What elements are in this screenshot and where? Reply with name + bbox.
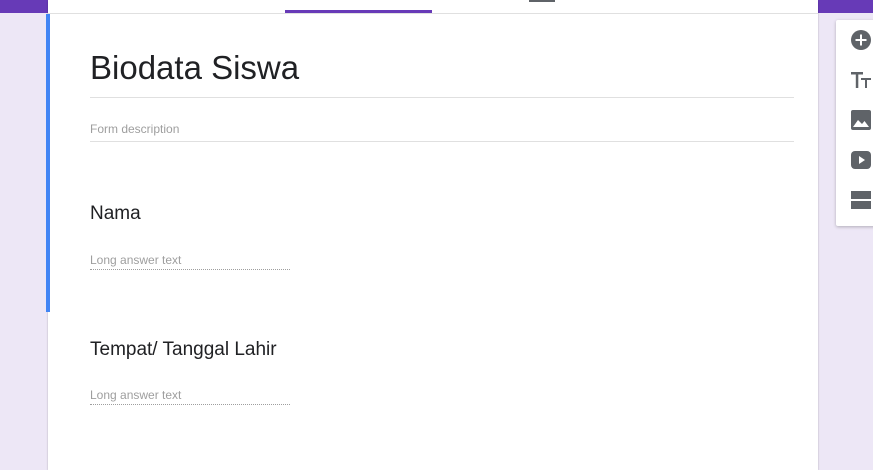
add-question-icon[interactable] (850, 29, 872, 51)
form-description-field[interactable]: Form description (90, 122, 179, 136)
title-underline (90, 97, 794, 98)
question-title-tempat-tanggal-lahir[interactable]: Tempat/ Tanggal Lahir (90, 339, 277, 361)
tab-questions-indicator[interactable] (285, 10, 432, 13)
add-title-icon[interactable] (850, 69, 872, 91)
active-section-accent (46, 14, 50, 312)
description-underline (90, 141, 794, 142)
question-title-nama[interactable]: Nama (90, 203, 141, 225)
add-section-icon[interactable] (850, 189, 872, 211)
form-card: Biodata Siswa Form description Nama Long… (46, 0, 818, 470)
add-image-icon[interactable] (850, 109, 872, 131)
add-video-icon[interactable] (850, 149, 872, 171)
floating-toolbar (836, 20, 873, 226)
tab-responses-icon[interactable] (529, 0, 555, 2)
answer-field-tempat-tanggal-lahir: Long answer text (90, 388, 290, 405)
answer-field-nama: Long answer text (90, 253, 290, 270)
form-title[interactable]: Biodata Siswa (90, 49, 299, 87)
tab-bar (48, 0, 818, 14)
